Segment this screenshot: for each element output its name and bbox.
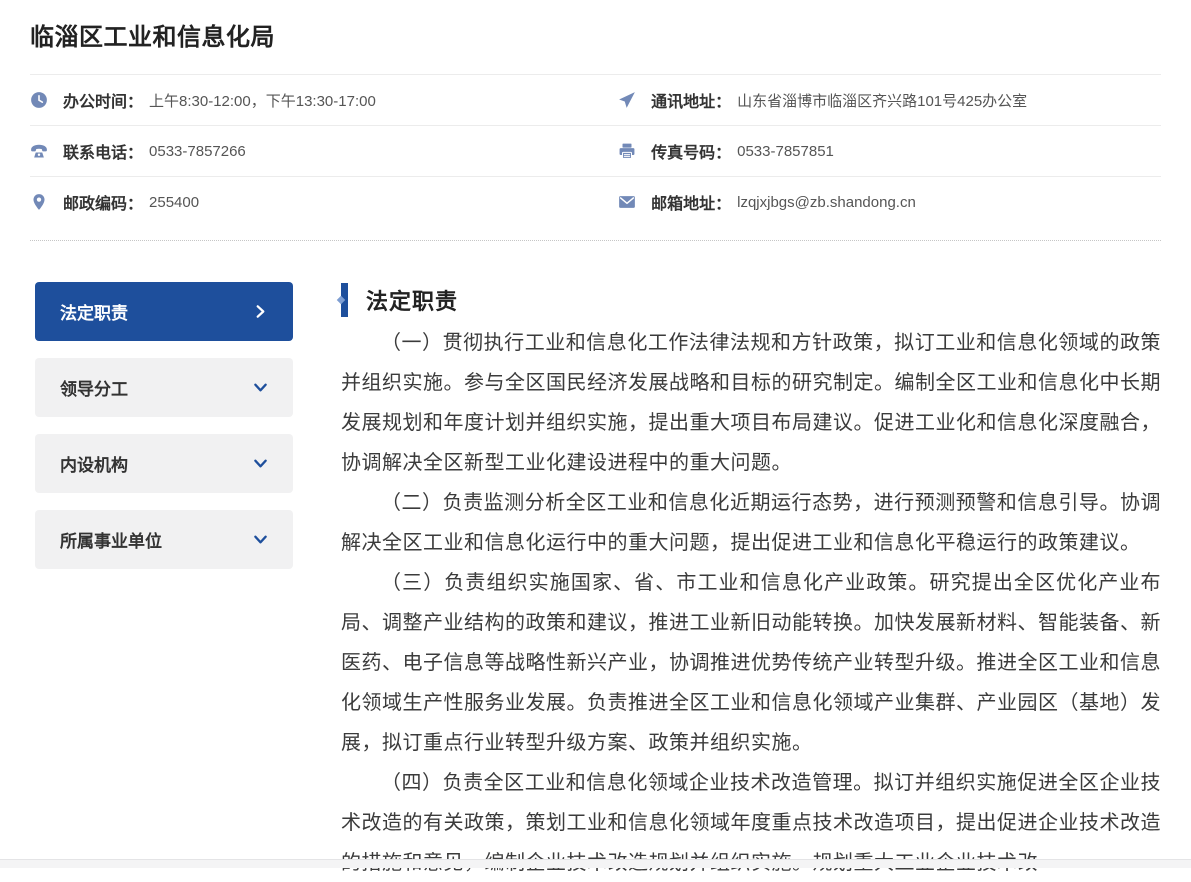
phone-icon [30,142,48,160]
postal-code-label: 邮政编码： [63,190,143,214]
office-hours-label: 办公时间： [63,88,143,112]
page-title: 临淄区工业和信息化局 [30,0,1161,52]
section-heading-text: 法定职责 [366,284,458,316]
duties-article: （一）贯彻执行工业和信息化工作法律法规和方针政策，拟订工业和信息化领域的政策并组… [341,322,1161,882]
sidebar-item-internal-depts[interactable]: 内设机构 [35,434,293,493]
location-pin-icon [30,193,48,211]
email-field: 邮箱地址： lzqjxjbgs@zb.shandong.cn [618,177,1161,240]
email-value: lzqjxjbgs@zb.shandong.cn [737,194,916,211]
sidebar: 法定职责 领导分工 内设机构 所属事业单位 [35,282,293,882]
sidebar-item-affiliated-units[interactable]: 所属事业单位 [35,510,293,569]
clock-icon [30,91,48,109]
envelope-icon [618,193,636,211]
chevron-down-icon [253,380,268,395]
info-row: 联系电话： 0533-7857266 传真号码： 0533-7857851 [30,126,1161,177]
fax-icon [618,142,636,160]
section-heading: 法定职责 [341,282,1161,318]
content-area: 法定职责 （一）贯彻执行工业和信息化工作法律法规和方针政策，拟订工业和信息化领域… [341,282,1161,882]
page-container: 临淄区工业和信息化局 办公时间： 上午8:30-12:00，下午13:30-17… [0,0,1191,882]
sidebar-item-label: 领导分工 [60,375,128,400]
sidebar-item-label: 内设机构 [60,451,128,476]
phone-label: 联系电话： [63,139,143,163]
address-value: 山东省淄博市临淄区齐兴路101号425办公室 [737,90,1027,111]
info-row: 邮政编码： 255400 邮箱地址： lzqjxjbgs@zb.shandong… [30,177,1161,241]
duty-paragraph: （一）贯彻执行工业和信息化工作法律法规和方针政策，拟订工业和信息化领域的政策并组… [341,322,1161,482]
nav-arrow-icon [618,91,636,109]
chevron-down-icon [253,532,268,547]
chevron-right-icon [253,304,268,319]
postal-code-field: 邮政编码： 255400 [30,177,618,240]
phone-field: 联系电话： 0533-7857266 [30,126,618,176]
fax-field: 传真号码： 0533-7857851 [618,126,1161,176]
duty-paragraph: （三）负责组织实施国家、省、市工业和信息化产业政策。研究提出全区优化产业布局、调… [341,562,1161,762]
phone-value: 0533-7857266 [149,143,246,160]
email-label: 邮箱地址： [651,190,731,214]
fax-label: 传真号码： [651,139,731,163]
sidebar-item-leadership[interactable]: 领导分工 [35,358,293,417]
sidebar-item-label: 所属事业单位 [60,527,162,552]
heading-accent-bar [341,283,348,317]
office-hours-value: 上午8:30-12:00，下午13:30-17:00 [149,90,376,111]
sidebar-item-label: 法定职责 [60,299,128,324]
address-field: 通讯地址： 山东省淄博市临淄区齐兴路101号425办公室 [618,75,1161,125]
footer-strip [0,859,1191,868]
office-hours-field: 办公时间： 上午8:30-12:00，下午13:30-17:00 [30,75,618,125]
postal-code-value: 255400 [149,194,199,211]
chevron-down-icon [253,456,268,471]
main-section: 法定职责 领导分工 内设机构 所属事业单位 法定职责 （一）贯彻执行 [30,282,1161,882]
duty-paragraph: （二）负责监测分析全区工业和信息化近期运行态势，进行预测预警和信息引导。协调解决… [341,482,1161,562]
sidebar-item-legal-duties[interactable]: 法定职责 [35,282,293,341]
info-row: 办公时间： 上午8:30-12:00，下午13:30-17:00 通讯地址： 山… [30,75,1161,126]
fax-value: 0533-7857851 [737,143,834,160]
address-label: 通讯地址： [651,88,731,112]
contact-info-panel: 办公时间： 上午8:30-12:00，下午13:30-17:00 通讯地址： 山… [30,74,1161,241]
